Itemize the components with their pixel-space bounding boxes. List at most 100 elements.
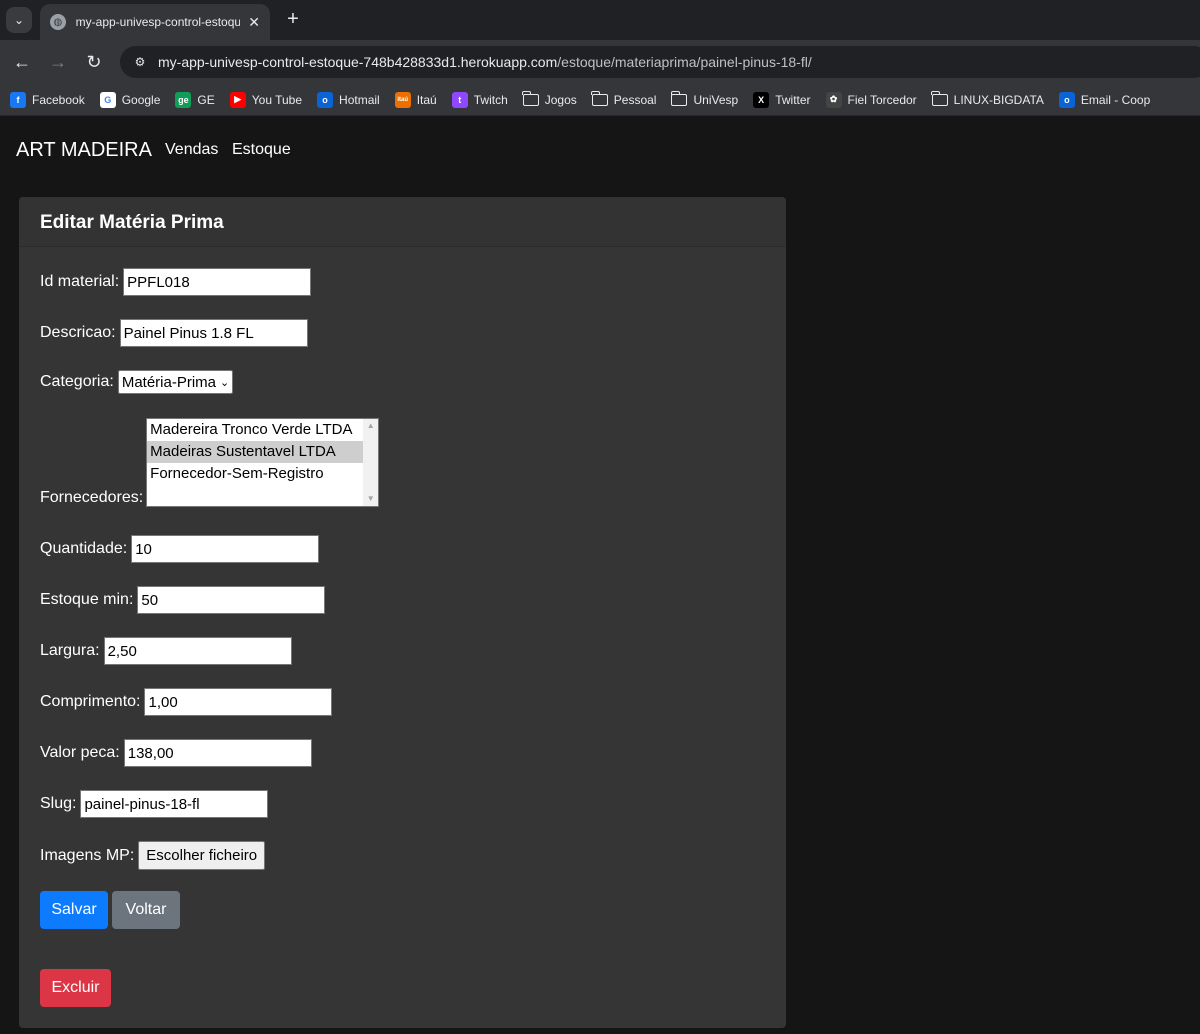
chevron-down-icon: ⌄ [13, 13, 25, 27]
bookmark-item[interactable]: ✿ Fiel Torcedor [825, 91, 917, 108]
bookmark-item[interactable]: ge GE [175, 91, 215, 108]
id-material-label: Id material: [40, 273, 120, 290]
tab-search-button[interactable]: ⌄ [6, 7, 32, 33]
bookmark-item[interactable]: LINUX-BIGDATA [931, 90, 1044, 107]
edit-materia-prima-card: Editar Matéria Prima Id material: PPFL01… [19, 197, 786, 1028]
fornecedor-option-0[interactable]: Madereira Tronco Verde LTDA [147, 419, 363, 441]
folder-icon [522, 90, 539, 106]
listbox-scrollbar[interactable]: ▲ ▼ [363, 419, 379, 506]
slug-input[interactable]: painel-pinus-18-fl [80, 790, 269, 818]
bookmark-item[interactable]: UniVesp [670, 90, 739, 107]
bookmark-item[interactable]: t Twitch [451, 91, 508, 108]
bookmark-label: Twitter [775, 92, 811, 107]
browser-tab-bar: ⌄ ◍ my-app-univesp-control-estoque-748b4… [0, 0, 1200, 40]
descricao-input[interactable]: Painel Pinus 1.8 FL [119, 319, 308, 347]
bookmark-label: Pessoal [613, 92, 657, 107]
valor-peca-field: Valor peca: 138,00 [40, 739, 312, 767]
itau-icon: itaú [394, 91, 411, 108]
outlook-icon: o [1058, 91, 1075, 108]
comprimento-input[interactable]: 1,00 [144, 688, 333, 716]
url-host: my-app-univesp-control-estoque-748b42883… [158, 54, 558, 70]
fornecedor-option-1[interactable]: Madeiras Sustentavel LTDA [147, 441, 364, 463]
youtube-icon: ▶ [229, 91, 246, 108]
quantidade-input[interactable]: 10 [131, 535, 320, 563]
page-title: Editar Matéria Prima [40, 212, 224, 233]
close-icon[interactable]: ✕ [248, 14, 260, 31]
bookmark-item[interactable]: o Hotmail [317, 91, 380, 108]
bookmark-label: Hotmail [339, 92, 380, 107]
bookmark-item[interactable]: G Google [99, 91, 160, 108]
bookmark-label: GE [197, 92, 215, 107]
bookmark-label: Itaú [416, 92, 437, 107]
folder-icon [670, 90, 688, 106]
nav-link-vendas[interactable]: Vendas [165, 141, 218, 159]
fornecedor-option-2[interactable]: Fornecedor-Sem-Registro [147, 463, 363, 485]
fornecedores-field: Fornecedores: Madereira Tronco Verde LTD… [40, 418, 380, 507]
back-button[interactable]: Voltar [112, 891, 180, 929]
bookmark-item[interactable]: Jogos [522, 90, 577, 107]
comprimento-field: Comprimento: 1,00 [40, 688, 333, 716]
site-settings-icon[interactable]: ⚙ [130, 52, 150, 72]
address-bar[interactable]: ⚙ my-app-univesp-control-estoque-748b428… [120, 46, 1200, 78]
folder-icon [931, 90, 948, 106]
url-text: my-app-univesp-control-estoque-748b42883… [158, 54, 812, 70]
reload-icon[interactable]: ↻ [82, 50, 106, 74]
categoria-field: Categoria: Matéria-Prima ⌄ [40, 370, 234, 394]
bookmark-label: UniVesp [693, 92, 739, 107]
comprimento-label: Comprimento: [40, 693, 141, 710]
quantidade-field: Quantidade: 10 [40, 535, 320, 563]
estoque-min-input[interactable]: 50 [137, 586, 326, 614]
bookmark-label: LINUX-BIGDATA [953, 92, 1044, 107]
brand-logo[interactable]: ART MADEIRA [16, 139, 152, 162]
delete-button[interactable]: Excluir [40, 969, 111, 1007]
bookmark-label: Jogos [544, 92, 577, 107]
largura-field: Largura: 2,50 [40, 637, 292, 665]
valor-peca-input[interactable]: 138,00 [123, 739, 312, 767]
imagens-mp-label: Imagens MP: [40, 846, 135, 864]
x-icon: X [753, 91, 770, 108]
fornecedores-label: Fornecedores: [40, 489, 144, 506]
browser-tab[interactable]: ◍ my-app-univesp-control-estoque-748b428… [40, 4, 270, 40]
bookmarks-bar: f Facebook G Google ge GE ▶ You Tube o Hotmail ita… [0, 84, 1200, 116]
categoria-selected-value: Matéria-Prima [121, 373, 217, 391]
imagens-mp-field: Imagens MP: Escolher ficheiro [40, 841, 266, 870]
google-icon: G [99, 91, 116, 108]
scroll-up-icon[interactable]: ▲ [363, 419, 378, 433]
bookmark-item[interactable]: o Email - Coop [1058, 91, 1151, 108]
new-tab-button[interactable]: + [282, 8, 304, 30]
bookmark-item[interactable]: itaú Itaú [394, 91, 437, 108]
bookmark-label: Twitch [473, 92, 508, 107]
id-material-input[interactable]: PPFL018 [123, 268, 312, 296]
app-navbar: ART MADEIRA Vendas Estoque [0, 117, 1200, 183]
estoque-min-label: Estoque min: [40, 591, 134, 608]
descricao-field: Descricao: Painel Pinus 1.8 FL [40, 319, 308, 347]
bookmark-label: You Tube [251, 92, 303, 107]
bookmark-label: Fiel Torcedor [847, 92, 917, 107]
back-arrow-icon[interactable]: ← [10, 50, 34, 74]
categoria-select[interactable]: Matéria-Prima ⌄ [117, 370, 234, 394]
folder-icon [591, 90, 608, 106]
id-material-field: Id material: PPFL018 [40, 268, 312, 296]
bookmark-item[interactable]: Pessoal [591, 90, 657, 107]
browser-toolbar: ← → ↻ ⚙ my-app-univesp-control-estoque-7… [0, 40, 1200, 84]
fornecedores-multiselect[interactable]: Madereira Tronco Verde LTDA Madeiras Sus… [146, 418, 380, 507]
tab-title: my-app-univesp-control-estoque-748b42883… [75, 15, 241, 29]
largura-input[interactable]: 2,50 [103, 637, 292, 665]
chevron-down-icon: ⌄ [220, 376, 230, 389]
bookmark-item[interactable]: ▶ You Tube [229, 91, 303, 108]
fiel-icon: ✿ [825, 91, 842, 108]
estoque-min-field: Estoque min: 50 [40, 586, 326, 614]
ge-icon: ge [175, 91, 192, 108]
nav-link-estoque[interactable]: Estoque [232, 141, 291, 159]
bookmark-item[interactable]: X Twitter [753, 91, 811, 108]
descricao-label: Descricao: [40, 324, 116, 341]
bookmark-item[interactable]: f Facebook [10, 91, 85, 108]
scroll-down-icon[interactable]: ▼ [363, 492, 378, 506]
save-button[interactable]: Salvar [40, 891, 108, 929]
globe-icon: ◍ [50, 14, 66, 30]
card-header: Editar Matéria Prima [19, 197, 786, 247]
bookmark-label: Email - Coop [1080, 92, 1151, 107]
forward-arrow-icon[interactable]: → [46, 50, 70, 74]
twitch-icon: t [451, 91, 468, 108]
choose-file-button[interactable]: Escolher ficheiro [138, 841, 266, 870]
